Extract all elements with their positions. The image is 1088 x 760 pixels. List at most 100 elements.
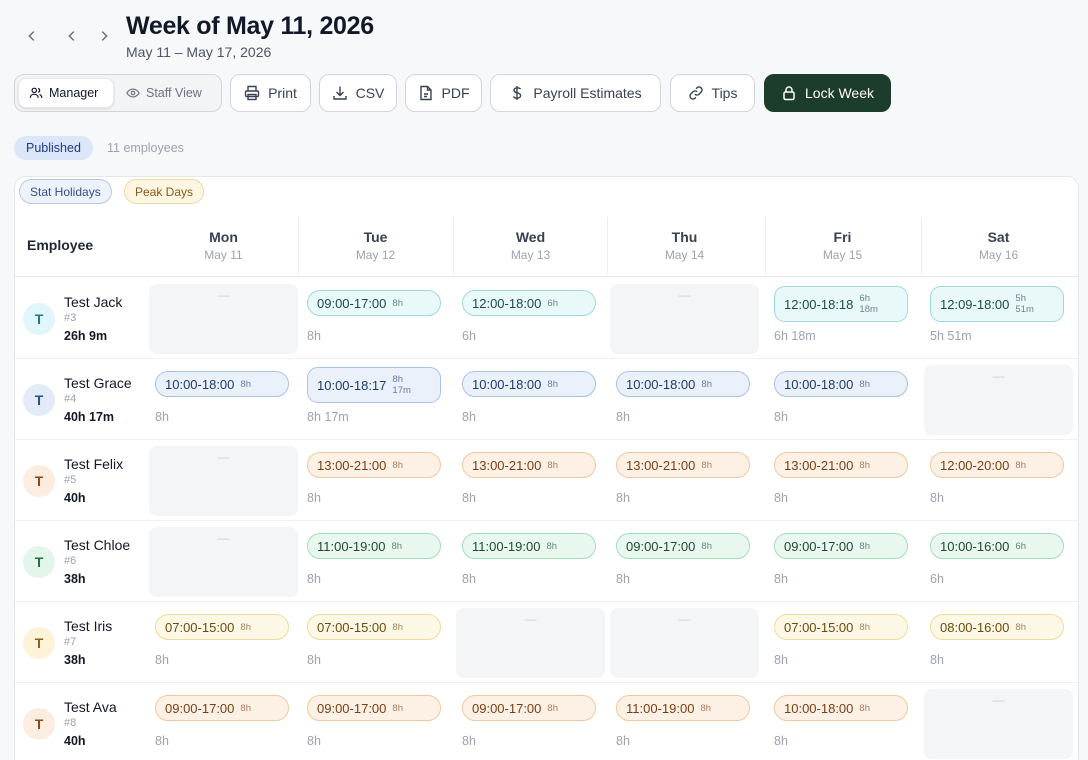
shift-pill[interactable]: 09:00-17:00 8h bbox=[155, 695, 289, 721]
shift-duration-hours: 5h bbox=[1015, 293, 1026, 304]
employee-total-hours: 40h bbox=[64, 491, 86, 505]
shift-cell-tue: 10:00-18:17 8h 17m 8h 17m bbox=[298, 359, 453, 440]
employee-name[interactable]: Test Felix bbox=[64, 456, 123, 472]
employee-row: T Test Iris #7 38h 07:00-15:00 8h 8h 07:00-15:0… bbox=[15, 602, 1078, 683]
shift-pill[interactable]: 10:00-18:00 8h bbox=[155, 371, 289, 397]
lock-week-button[interactable]: Lock Week bbox=[764, 74, 891, 112]
shift-pill[interactable]: 11:00-19:00 8h bbox=[307, 533, 441, 559]
pdf-button[interactable]: PDF bbox=[405, 74, 482, 112]
shift-cell-mon: 09:00-17:00 8h 8h bbox=[146, 683, 301, 760]
day-divider bbox=[921, 217, 922, 277]
shift-pill[interactable]: 09:00-17:00 8h bbox=[462, 695, 596, 721]
employee-number: #5 bbox=[64, 474, 77, 486]
shift-pill[interactable]: 11:00-19:00 8h bbox=[616, 695, 750, 721]
peak-days-chip[interactable]: Peak Days bbox=[124, 179, 205, 204]
print-button[interactable]: Print bbox=[230, 74, 311, 112]
shift-pill[interactable]: 09:00-17:00 8h bbox=[616, 533, 750, 559]
shift-pill[interactable]: 13:00-21:00 8h bbox=[462, 452, 596, 478]
employee-total-hours: 38h bbox=[64, 653, 86, 667]
employee-total-hours: 38h bbox=[64, 572, 86, 586]
shift-cell-wed: 11:00-19:00 8h 8h bbox=[453, 521, 608, 602]
shift-pill[interactable]: 10:00-18:00 8h bbox=[616, 371, 750, 397]
shift-cell-mon: 10:00-18:00 8h 8h bbox=[146, 359, 301, 440]
shift-hours: 6h bbox=[930, 572, 944, 586]
shift-pill[interactable]: 07:00-15:00 8h bbox=[307, 614, 441, 640]
shift-pill[interactable]: 12:00-20:00 8h bbox=[930, 452, 1064, 478]
empty-shift-slot[interactable]: — bbox=[456, 608, 605, 678]
shift-pill[interactable]: 07:00-15:00 8h bbox=[774, 614, 908, 640]
empty-shift-slot[interactable]: — bbox=[149, 284, 298, 354]
shift-pill[interactable]: 08:00-16:00 8h bbox=[930, 614, 1064, 640]
shift-pill[interactable]: 10:00-18:17 8h 17m bbox=[307, 367, 441, 403]
shift-time: 07:00-15:00 bbox=[784, 619, 854, 635]
shift-pill[interactable]: 10:00-18:00 8h bbox=[774, 695, 908, 721]
next-week-button[interactable] bbox=[94, 24, 114, 48]
employee-name[interactable]: Test Jack bbox=[64, 294, 122, 310]
shift-pill[interactable]: 09:00-17:00 8h bbox=[774, 533, 908, 559]
shift-pill[interactable]: 12:00-18:18 6h 18m bbox=[774, 286, 908, 322]
empty-marker: — bbox=[992, 693, 1005, 707]
employee-name[interactable]: Test Iris bbox=[64, 618, 112, 634]
manager-view-tab[interactable]: Manager bbox=[18, 78, 114, 108]
csv-button[interactable]: CSV bbox=[319, 74, 397, 112]
shift-duration: 8h bbox=[1015, 621, 1026, 633]
shift-cell-fri: 10:00-18:00 8h 8h bbox=[765, 359, 920, 440]
shift-duration-minutes: 18m bbox=[859, 304, 878, 315]
tips-button[interactable]: Tips bbox=[670, 74, 755, 112]
shift-pill[interactable]: 09:00-17:00 8h bbox=[307, 290, 441, 316]
shift-cell-tue: 09:00-17:00 8h 8h bbox=[298, 278, 453, 359]
day-date: May 11 bbox=[204, 248, 243, 262]
empty-shift-slot[interactable]: — bbox=[610, 284, 759, 354]
shift-pill[interactable]: 13:00-21:00 8h bbox=[616, 452, 750, 478]
shift-time: 09:00-17:00 bbox=[317, 700, 387, 716]
shift-pill[interactable]: 10:00-18:00 8h bbox=[774, 371, 908, 397]
schedule-header: Employee Mon May 11 Tue May 12 Wed May 13 Thu M… bbox=[15, 217, 1078, 277]
users-icon bbox=[29, 87, 43, 98]
shift-hours: 8h bbox=[774, 410, 788, 424]
empty-shift-slot[interactable]: — bbox=[924, 689, 1073, 759]
shift-pill[interactable]: 13:00-21:00 8h bbox=[307, 452, 441, 478]
shift-hours: 8h bbox=[774, 572, 788, 586]
shift-time: 12:00-20:00 bbox=[940, 457, 1010, 473]
shift-pill[interactable]: 12:09-18:00 5h 51m bbox=[930, 286, 1064, 322]
shift-pill[interactable]: 10:00-18:00 8h bbox=[462, 371, 596, 397]
shift-cell-wed: — bbox=[453, 602, 608, 683]
empty-shift-slot[interactable]: — bbox=[924, 365, 1073, 435]
download-icon bbox=[332, 86, 347, 100]
shift-pill[interactable]: 11:00-19:00 8h bbox=[462, 533, 596, 559]
employee-name[interactable]: Test Grace bbox=[64, 375, 132, 391]
shift-pill[interactable]: 07:00-15:00 8h bbox=[155, 614, 289, 640]
empty-shift-slot[interactable]: — bbox=[149, 446, 298, 516]
stat-holidays-chip[interactable]: Stat Holidays bbox=[19, 179, 112, 204]
prev-week-button[interactable] bbox=[62, 24, 82, 48]
shift-time: 12:00-18:00 bbox=[472, 295, 542, 311]
lock-week-label: Lock Week bbox=[805, 85, 874, 101]
shift-hours: 6h 18m bbox=[774, 329, 816, 343]
collapse-sidebar-button[interactable] bbox=[22, 24, 42, 48]
shift-pill[interactable]: 13:00-21:00 8h bbox=[774, 452, 908, 478]
avatar: T bbox=[23, 303, 55, 335]
shift-duration: 8h bbox=[392, 297, 403, 309]
staff-view-tab[interactable]: Staff View bbox=[116, 78, 216, 108]
payroll-estimates-button[interactable]: Payroll Estimates bbox=[490, 74, 661, 112]
empty-shift-slot[interactable]: — bbox=[610, 608, 759, 678]
shift-time: 12:00-18:18 bbox=[784, 296, 854, 312]
pdf-label: PDF bbox=[441, 85, 470, 101]
shift-pill[interactable]: 10:00-16:00 6h bbox=[930, 533, 1064, 559]
employee-name[interactable]: Test Chloe bbox=[64, 537, 130, 553]
day-header-thu: Thu May 14 bbox=[607, 227, 762, 277]
chevron-left-icon bbox=[28, 31, 35, 41]
shift-pill[interactable]: 09:00-17:00 8h bbox=[307, 695, 441, 721]
shift-duration: 5h 51m bbox=[1015, 293, 1033, 315]
shift-duration: 8h bbox=[859, 459, 870, 471]
shift-pill[interactable]: 12:00-18:00 6h bbox=[462, 290, 596, 316]
shift-duration: 8h bbox=[240, 621, 251, 633]
empty-shift-slot[interactable]: — bbox=[149, 527, 298, 597]
shift-cell-mon: 07:00-15:00 8h 8h bbox=[146, 602, 301, 683]
shift-hours: 8h bbox=[774, 734, 788, 748]
shift-cell-mon: — bbox=[146, 278, 301, 359]
shift-duration: 6h bbox=[547, 297, 558, 309]
shift-hours: 8h bbox=[930, 653, 944, 667]
employee-name[interactable]: Test Ava bbox=[64, 699, 117, 715]
shift-cell-fri: 13:00-21:00 8h 8h bbox=[765, 440, 920, 521]
